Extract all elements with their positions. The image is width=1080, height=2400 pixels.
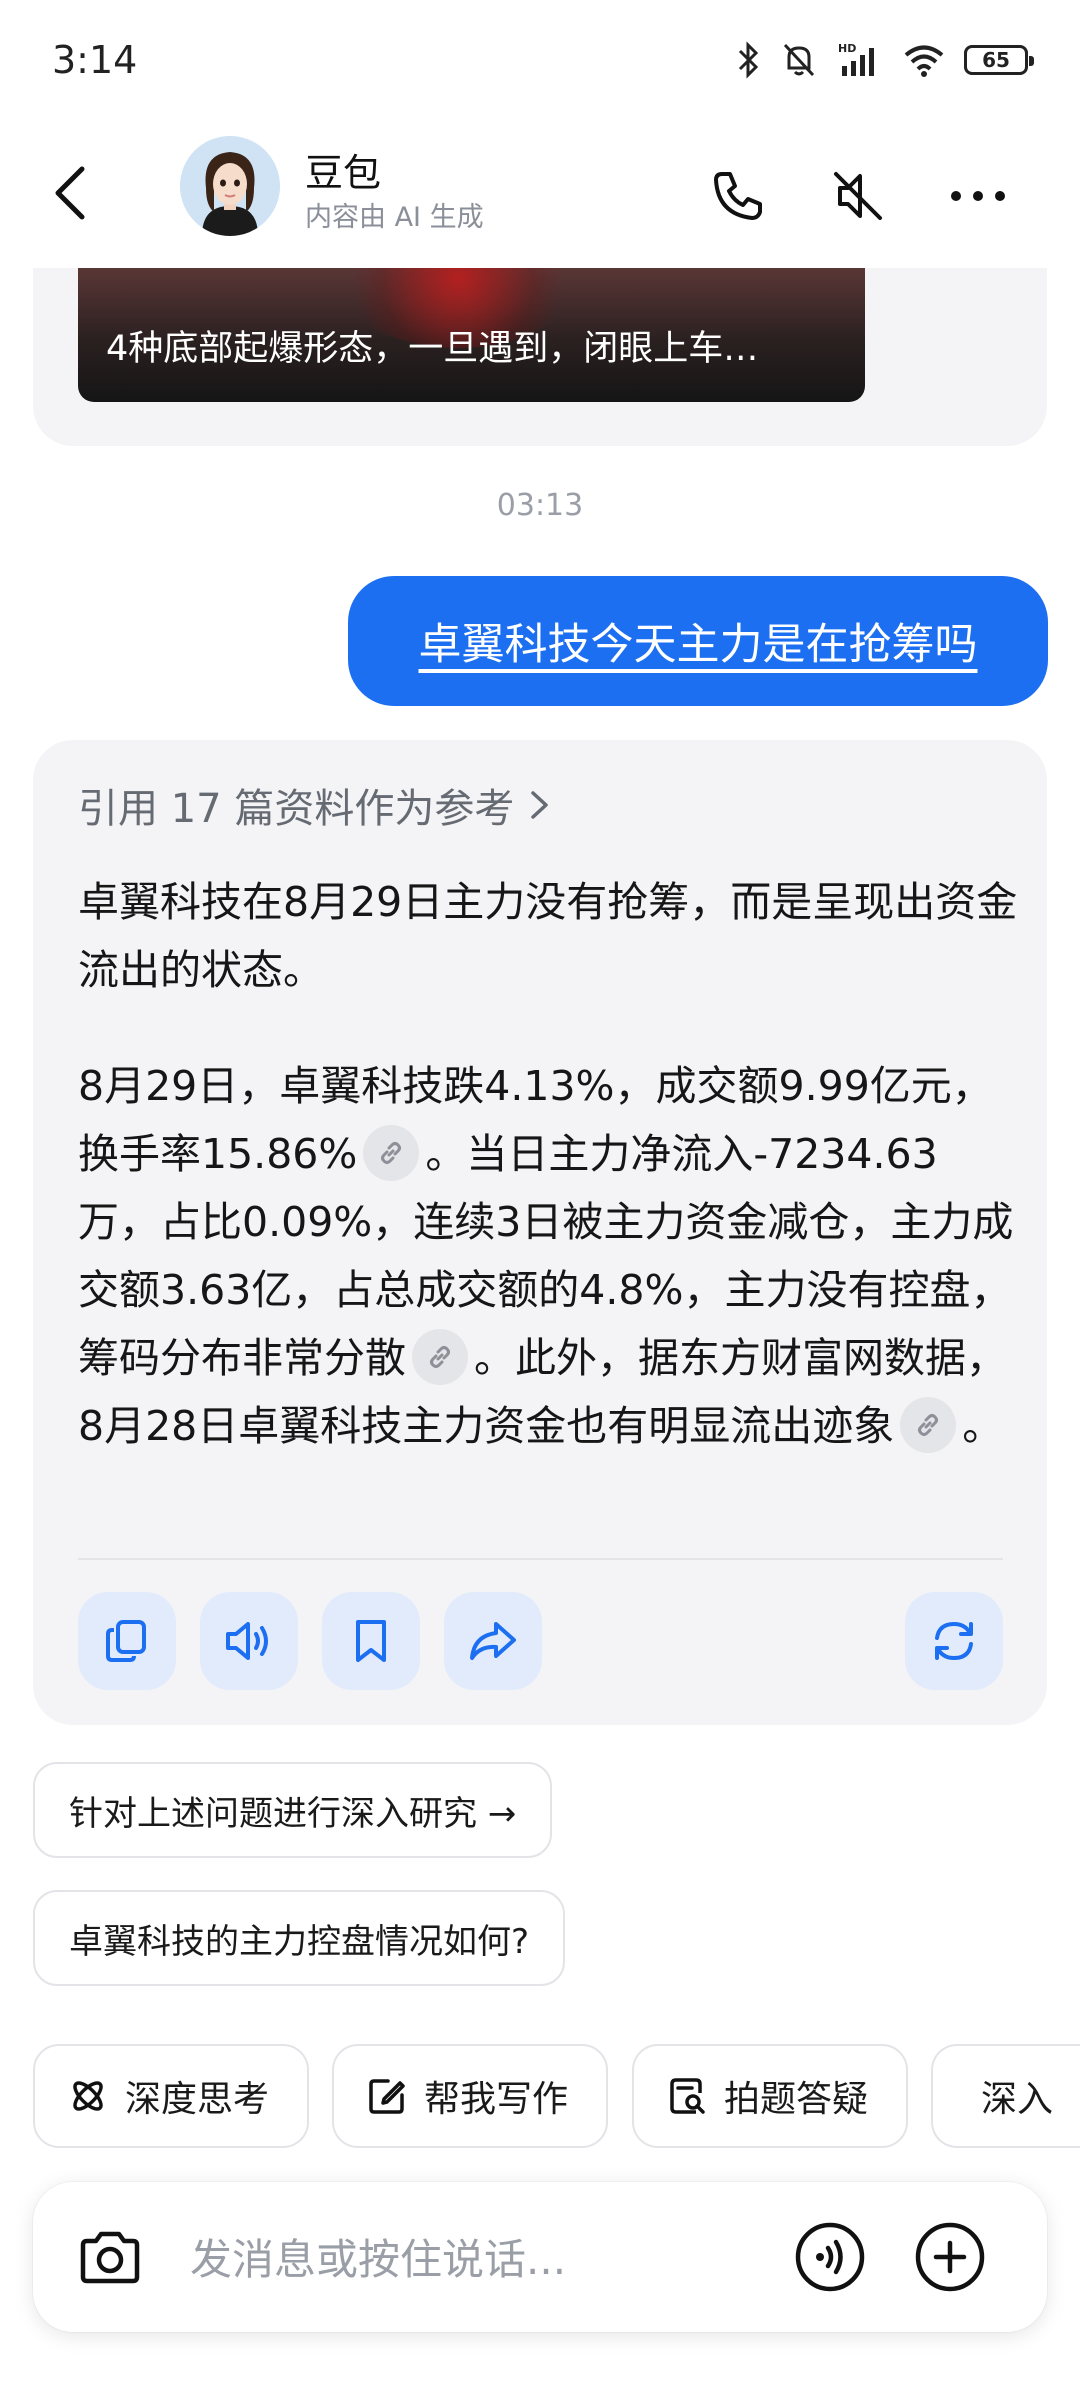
suggestion-chip[interactable]: 针对上述问题进行深入研究 → bbox=[33, 1762, 553, 1858]
voice-wave-icon bbox=[795, 2222, 865, 2292]
edit-icon bbox=[369, 2079, 405, 2114]
tool-photo-question[interactable]: 拍题答疑 bbox=[632, 2044, 908, 2148]
add-button[interactable] bbox=[910, 2217, 990, 2297]
svg-text:HD: HD bbox=[838, 42, 856, 55]
suggestion-label: 卓翼科技的主力控盘情况如何? bbox=[69, 1921, 530, 1962]
ai-paragraph: 卓翼科技在8月29日主力没有抢筹，而是呈现出资金流出的状态。 bbox=[78, 878, 1018, 994]
wifi-icon bbox=[902, 40, 946, 80]
atom-icon bbox=[73, 2081, 103, 2111]
status-icons: HD 65 bbox=[736, 40, 1034, 80]
voice-input-button[interactable] bbox=[790, 2217, 870, 2297]
copy-button[interactable] bbox=[78, 1592, 176, 1690]
phone-button[interactable] bbox=[698, 156, 778, 236]
tool-label: 深入 bbox=[981, 2079, 1054, 2120]
tool-deep-thinking[interactable]: 深度思考 bbox=[33, 2044, 309, 2148]
tool-label: 拍题答疑 bbox=[724, 2079, 869, 2120]
citation-link-icon[interactable] bbox=[363, 1125, 420, 1181]
mute-bell-icon bbox=[780, 40, 818, 80]
tool-label: 深度思考 bbox=[125, 2079, 270, 2120]
citation-link-icon[interactable] bbox=[412, 1329, 468, 1385]
share-button[interactable] bbox=[444, 1592, 542, 1690]
bookmark-icon bbox=[356, 1620, 386, 1662]
hd-signal-icon: HD bbox=[836, 40, 884, 80]
plus-circle-icon bbox=[915, 2222, 985, 2292]
more-icon bbox=[951, 191, 1005, 201]
back-button[interactable] bbox=[40, 158, 100, 228]
ai-disclaimer: 内容由 AI 生成 bbox=[305, 202, 484, 233]
bluetooth-icon bbox=[736, 40, 762, 80]
ai-text-segment: 。 bbox=[962, 1402, 1004, 1450]
chat-header: 豆包 内容由 AI 生成 bbox=[0, 120, 1080, 270]
speaker-mute-icon bbox=[834, 172, 882, 220]
battery-level: 65 bbox=[982, 48, 1010, 72]
video-card[interactable]: 4种底部起爆形态，一旦遇到，闭眼上车… bbox=[78, 268, 865, 402]
citation-link-icon[interactable] bbox=[900, 1397, 957, 1453]
tool-write[interactable]: 帮我写作 bbox=[332, 2044, 608, 2148]
read-aloud-icon bbox=[226, 1622, 268, 1660]
user-message-bubble[interactable]: 卓翼科技今天主力是在抢筹吗 bbox=[348, 576, 1048, 706]
video-caption: 4种底部起爆形态，一旦遇到，闭眼上车… bbox=[106, 329, 759, 369]
references-link[interactable]: 引用 17 篇资料作为参考 bbox=[78, 776, 552, 834]
ai-paragraph: 8月29日，卓翼科技跌4.13%，成交额9.99亿元，换手率15.86% 。当日主… bbox=[78, 1052, 1018, 1460]
bookmark-button[interactable] bbox=[322, 1592, 420, 1690]
copy-icon bbox=[106, 1620, 146, 1662]
scan-question-icon bbox=[670, 2078, 705, 2114]
suggestion-chip[interactable]: 卓翼科技的主力控盘情况如何? bbox=[33, 1890, 566, 1986]
voice-mute-button[interactable] bbox=[818, 156, 898, 236]
references-label: 引用 17 篇资料作为参考 bbox=[78, 786, 515, 832]
camera-button[interactable] bbox=[70, 2217, 150, 2297]
tool-deep-research[interactable]: 深入 bbox=[931, 2044, 1080, 2148]
chevron-right-icon bbox=[531, 791, 549, 819]
status-time: 3:14 bbox=[52, 38, 138, 82]
more-button[interactable] bbox=[938, 156, 1018, 236]
user-message-text: 卓翼科技今天主力是在抢筹吗 bbox=[418, 620, 978, 670]
tool-label: 帮我写作 bbox=[424, 2079, 569, 2120]
camera-icon bbox=[80, 2231, 140, 2284]
message-input[interactable]: 发消息或按住说话... bbox=[190, 2226, 566, 2287]
share-icon bbox=[470, 1622, 516, 1660]
regenerate-icon bbox=[935, 1621, 973, 1661]
battery-icon: 65 bbox=[964, 45, 1034, 75]
phone-icon bbox=[714, 172, 762, 220]
divider bbox=[78, 1558, 1003, 1560]
contact-name: 豆包 bbox=[305, 151, 382, 195]
regenerate-button[interactable] bbox=[905, 1592, 1003, 1690]
status-bar: 3:14 HD 65 bbox=[0, 0, 1080, 120]
avatar[interactable] bbox=[180, 136, 280, 236]
message-timestamp: 03:13 bbox=[496, 488, 584, 523]
suggestion-label: 针对上述问题进行深入研究 → bbox=[69, 1793, 517, 1834]
read-aloud-button[interactable] bbox=[200, 1592, 298, 1690]
back-icon bbox=[55, 166, 85, 220]
